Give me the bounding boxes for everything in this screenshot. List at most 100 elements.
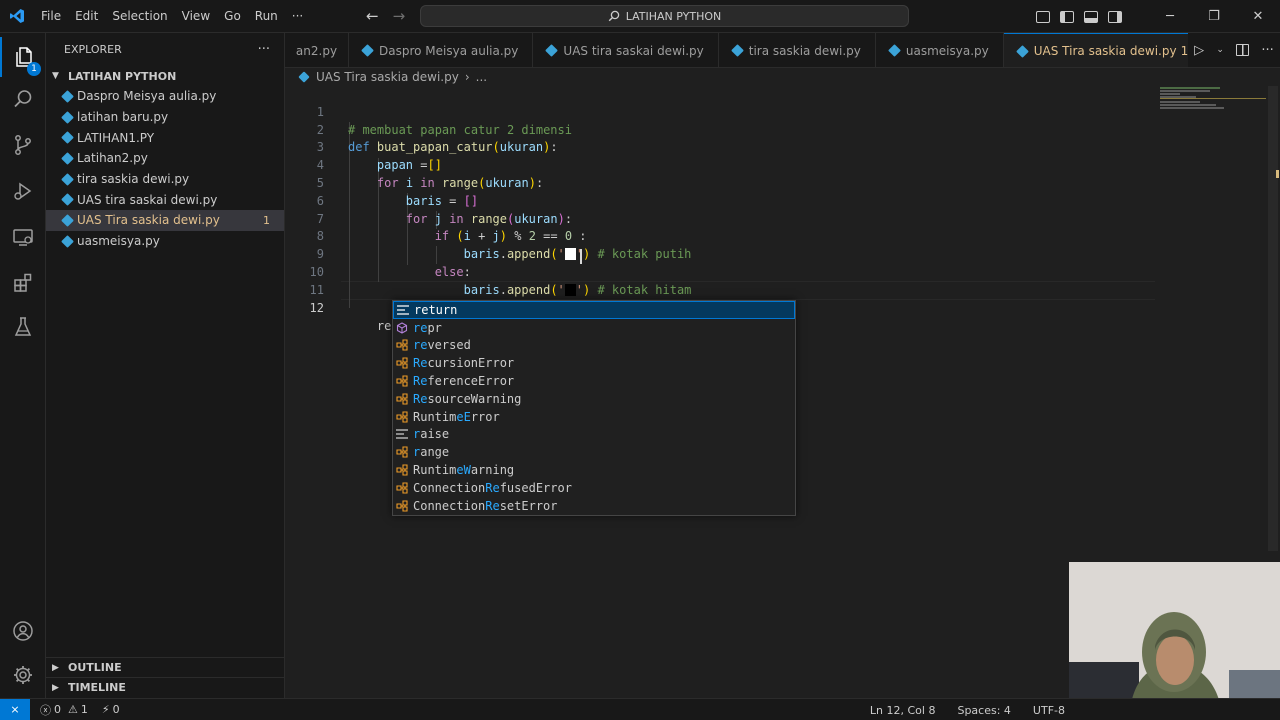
file-item[interactable]: tira saskia dewi.py [46,169,284,190]
outline-label: OUTLINE [68,661,122,674]
search-activity-button[interactable] [0,79,46,119]
source-control-activity-button[interactable] [0,125,46,165]
minimap[interactable] [1160,86,1268,116]
file-item[interactable]: Latihan2.py [46,148,284,169]
title-bar: File Edit Selection View Go Run ··· ← → … [0,0,1280,33]
flask-icon [14,317,32,336]
suggestion-rest: fusedError [499,480,572,495]
menu-view[interactable]: View [175,9,217,23]
code-line: 2 def buat_papan_catur(ukuran): [285,104,1155,155]
menu-more[interactable]: ··· [285,9,310,23]
more-actions-button[interactable]: ··· [1261,43,1273,58]
toggle-secondary-sidebar-icon[interactable] [1108,10,1122,23]
accounts-activity-button[interactable] [0,611,46,651]
file-list: Daspro Meisya aulia.py latihan baru.py L… [46,86,284,252]
file-item-active[interactable]: UAS Tira saskia dewi.py 1 [46,210,284,231]
command-center-search[interactable]: LATIHAN PYTHON [420,5,909,27]
toggle-primary-sidebar-icon[interactable] [1060,10,1074,23]
suggestion-item[interactable]: Re cursionError [393,354,795,372]
tab[interactable]: Daspro Meisya aulia.py [349,33,534,67]
keyword-icon [395,428,409,440]
workspace-folder-label: LATIHAN PYTHON [68,69,177,83]
suggestion-rest: cursionError [427,356,515,371]
suggestion-rest: rror [470,409,500,424]
extensions-activity-button[interactable] [0,263,46,303]
file-item[interactable]: Daspro Meisya aulia.py [46,86,284,107]
run-debug-activity-button[interactable] [0,171,46,211]
menu-edit[interactable]: Edit [68,9,105,23]
minimize-button[interactable]: ─ [1148,0,1192,33]
suggestion-item[interactable]: Runtim eE rror [393,408,795,426]
python-file-icon [61,89,74,103]
suggestion-item[interactable]: Connection Re setError [393,497,795,515]
suggestion-item-selected[interactable]: re turn [393,301,795,319]
restore-button[interactable]: ❐ [1192,0,1236,33]
timeline-label: TIMELINE [68,681,126,694]
toggle-panel-icon[interactable] [1084,10,1098,23]
menu-selection[interactable]: Selection [105,9,174,23]
suggestion-item[interactable]: Connection Re fusedError [393,479,795,497]
ports-count: 0 [112,703,120,716]
close-window-button[interactable]: ✕ [1236,0,1280,33]
tab[interactable]: UAS tira saskai dewi.py [533,33,719,67]
vertical-scrollbar-thumb[interactable] [1268,86,1278,551]
breadcrumb-file[interactable]: UAS Tira saskia dewi.py [316,70,459,84]
ports-indicator[interactable]: ⚡ 0 [102,703,120,716]
problems-indicator[interactable]: ⓧ 0 ⚠ 1 [40,702,88,718]
suggestion-prefix: Connection [413,480,486,495]
minimap-line [1160,98,1266,99]
suggestion-item[interactable]: r ange [393,443,795,461]
python-file-icon [1015,44,1029,58]
suggestion-item[interactable]: Re ferenceError [393,372,795,390]
remote-explorer-activity-button[interactable] [0,217,46,257]
timeline-section[interactable]: ▶ TIMELINE [46,677,285,697]
menu-file[interactable]: File [34,9,68,23]
workspace-folder[interactable]: ▼ LATIHAN PYTHON [46,66,284,86]
explorer-activity-button[interactable]: 1 [0,37,46,77]
file-encoding[interactable]: UTF-8 [1033,704,1065,717]
outline-section[interactable]: ▶ OUTLINE [46,657,285,677]
minimap-line [1160,104,1216,106]
file-item[interactable]: LATIHAN1.PY [46,127,284,148]
webcam-overlay [1069,562,1280,720]
python-file-icon [730,44,744,57]
activity-bar: 1 [0,33,46,698]
testing-activity-button[interactable] [0,307,46,347]
suggestion-item[interactable]: re versed [393,337,795,355]
tab[interactable]: an2.py [285,33,349,67]
class-icon [395,393,409,405]
tab[interactable]: uasmeisya.py [876,33,1004,67]
suggestion-item[interactable]: Re sourceWarning [393,390,795,408]
file-item[interactable]: latihan baru.py [46,107,284,128]
file-name: uasmeisya.py [77,234,160,249]
menu-go[interactable]: Go [217,9,248,23]
back-arrow-icon[interactable]: ← [366,7,379,25]
breadcrumb-symbol[interactable]: ... [476,70,487,84]
cursor-position[interactable]: Ln 12, Col 8 [870,704,936,717]
forward-arrow-icon[interactable]: → [393,7,406,25]
python-file-icon [61,214,74,227]
class-icon [395,446,409,458]
menu-bar: File Edit Selection View Go Run ··· [34,9,310,23]
webcam-person-image [1069,562,1280,720]
menu-run[interactable]: Run [248,9,285,23]
customize-layout-icon[interactable] [1036,10,1050,23]
python-file-icon [298,71,310,83]
run-file-icon[interactable]: ▷ [1194,43,1204,58]
indentation[interactable]: Spaces: 4 [957,704,1010,717]
editor-actions: ▷ ⌄ ··· [1188,33,1280,68]
tab-label: uasmeisya.py [905,43,989,58]
remote-indicator-icon[interactable]: ⨯ [0,698,30,720]
tab[interactable]: tira saskia dewi.py [719,33,876,67]
chevron-down-icon[interactable]: ⌄ [1216,45,1224,55]
file-item[interactable]: uasmeisya.py [46,231,284,252]
code-line: 4 for i in range(ukuran): [285,139,1155,190]
suggestion-item[interactable]: re pr [393,319,795,337]
suggestion-rest: turn [428,302,458,317]
split-editor-icon[interactable] [1236,44,1250,56]
explorer-more-actions-button[interactable]: ··· [258,42,270,57]
suggestion-item[interactable]: Runtim eW arning [393,461,795,479]
manage-activity-button[interactable] [0,655,46,695]
suggestion-item[interactable]: r aise [393,426,795,444]
file-item[interactable]: UAS tira saskai dewi.py [46,189,284,210]
